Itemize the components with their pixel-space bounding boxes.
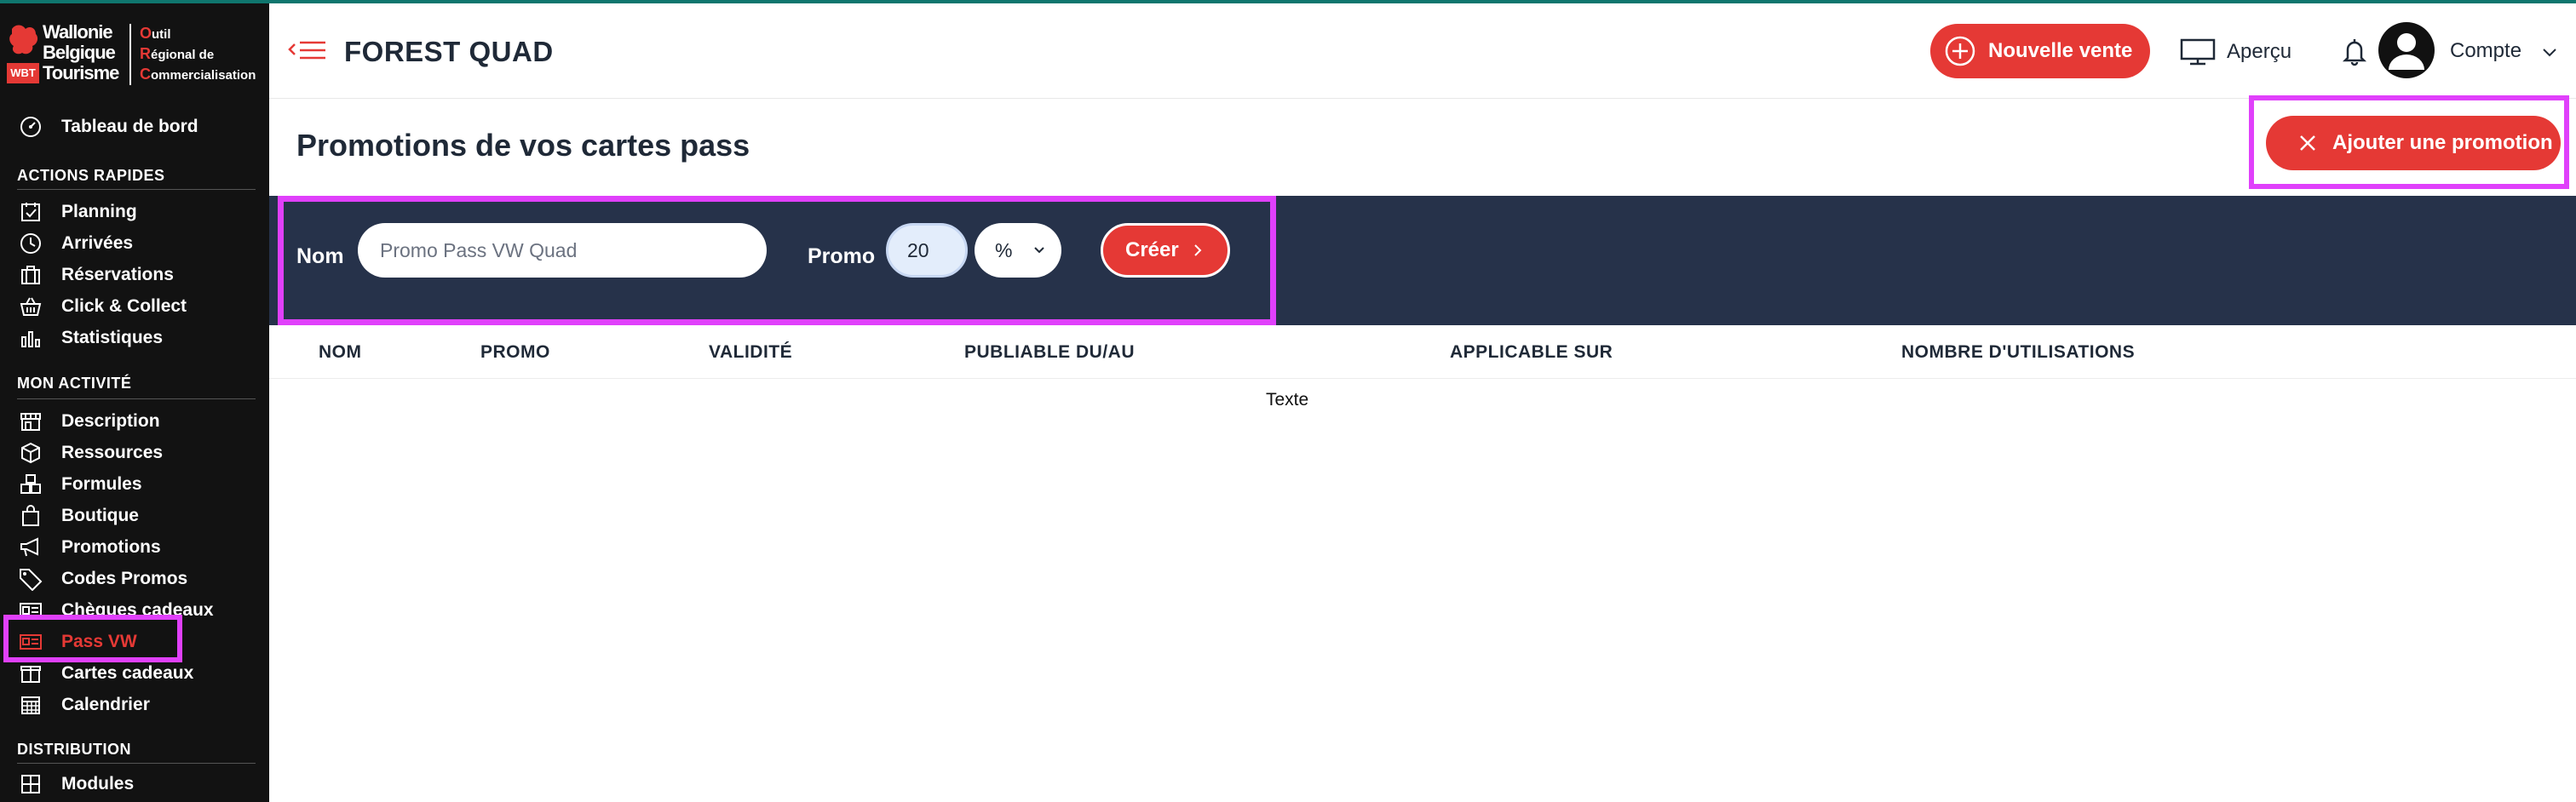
- tag-icon: [17, 565, 44, 593]
- page-title: Promotions de vos cartes pass: [296, 128, 750, 163]
- sidebar-item-boutique[interactable]: Boutique: [17, 501, 139, 530]
- sidebar-item-planning[interactable]: Planning: [17, 198, 137, 226]
- highlight-form: [278, 196, 1276, 325]
- sidebar-item-label: Statistiques: [61, 328, 164, 347]
- brand-text: Wallonie Belgique Tourisme: [43, 22, 128, 83]
- app-root: WBT Wallonie Belgique Tourisme Outil Rég…: [0, 0, 2576, 802]
- new-sale-button[interactable]: Nouvelle vente: [1930, 24, 2150, 78]
- table-empty-text: Texte: [1266, 390, 1309, 410]
- highlight-pass-vw: [3, 615, 182, 662]
- column-header-applicable: APPLICABLE SUR: [1450, 342, 1613, 362]
- sidebar-item-formules[interactable]: Formules: [17, 470, 142, 499]
- shopping-bag-icon: [17, 502, 44, 530]
- sidebar-item-dashboard[interactable]: Tableau de bord: [17, 112, 198, 141]
- column-header-nom: NOM: [319, 342, 362, 362]
- sidebar-item-label: Calendrier: [61, 695, 150, 714]
- section-divider: [17, 763, 256, 764]
- brand-line: Wallonie: [43, 21, 113, 43]
- sidebar-item-statistiques[interactable]: Statistiques: [17, 324, 163, 352]
- orc-text: Outil Régional de Commercialisation: [140, 24, 267, 85]
- preview-button[interactable]: Aperçu: [2179, 37, 2291, 66]
- gauge-icon: [17, 113, 44, 140]
- collapse-sidebar-button[interactable]: [288, 37, 331, 63]
- sidebar-item-description[interactable]: Description: [17, 407, 160, 436]
- brand-line: Tourisme: [43, 62, 119, 83]
- orc-line: Outil: [140, 25, 171, 42]
- calendar-grid-icon: [17, 691, 44, 719]
- basket-icon: [17, 293, 44, 320]
- column-header-promo: PROMO: [480, 342, 550, 362]
- new-sale-label: Nouvelle vente: [1988, 39, 2133, 62]
- column-header-utilisations: NOMBRE D'UTILISATIONS: [1901, 342, 2136, 362]
- brand-line: Belgique: [43, 42, 116, 63]
- storefront-icon: [17, 408, 44, 435]
- sidebar-item-modules[interactable]: Modules: [17, 770, 134, 799]
- table-header-divider: [269, 378, 2576, 379]
- chevron-down-icon[interactable]: [2540, 43, 2559, 61]
- column-header-validite: VALIDITÉ: [709, 342, 793, 362]
- bell-icon[interactable]: [2337, 34, 2372, 68]
- orc-line: Régional de: [140, 45, 215, 62]
- megaphone-icon: [17, 534, 44, 561]
- collapse-menu-icon: [288, 41, 325, 60]
- grid-icon: [17, 770, 44, 798]
- section-divider: [17, 189, 256, 190]
- orc-line: Commercialisation: [140, 66, 256, 83]
- sidebar-item-reservations[interactable]: Réservations: [17, 261, 174, 289]
- logo-divider: [129, 24, 131, 85]
- top-header: FOREST QUAD Nouvelle vente Aperçu Compte: [269, 3, 2576, 99]
- gift-icon: [17, 660, 44, 687]
- preview-label: Aperçu: [2227, 40, 2292, 63]
- calendar-check-icon: [17, 198, 44, 226]
- sidebar-item-codes-promos[interactable]: Codes Promos: [17, 564, 187, 593]
- sidebar-item-label: Planning: [61, 202, 137, 221]
- sidebar-item-label: Promotions: [61, 537, 161, 557]
- sidebar-item-label: Cartes cadeaux: [61, 663, 194, 683]
- logo[interactable]: WBT Wallonie Belgique Tourisme Outil Rég…: [7, 22, 262, 87]
- sidebar-item-label: Réservations: [61, 265, 174, 284]
- sidebar-item-label: Formules: [61, 474, 142, 494]
- account-menu-label[interactable]: Compte: [2450, 39, 2521, 63]
- sidebar-item-promotions[interactable]: Promotions: [17, 533, 161, 562]
- avatar[interactable]: [2378, 22, 2435, 78]
- clock-icon: [17, 230, 44, 257]
- suitcase-icon: [17, 261, 44, 289]
- section-title-actions: ACTIONS RAPIDES: [17, 167, 165, 184]
- sidebar-item-click-collect[interactable]: Click & Collect: [17, 292, 187, 321]
- section-title-distribution: DISTRIBUTION: [17, 741, 131, 758]
- sidebar-item-label: Boutique: [61, 506, 139, 525]
- sidebar-item-label: Description: [61, 411, 160, 431]
- cubes-icon: [17, 471, 44, 498]
- sidebar-item-label: Arrivées: [61, 233, 134, 253]
- section-divider: [17, 398, 256, 399]
- plus-circle-icon: [1945, 36, 1975, 66]
- sidebar-item-cartes-cadeaux[interactable]: Cartes cadeaux: [17, 659, 193, 688]
- column-header-publiable: PUBLIABLE DU/AU: [964, 342, 1135, 362]
- sidebar-item-label: Click & Collect: [61, 296, 187, 316]
- monitor-icon: [2180, 38, 2216, 66]
- bar-chart-icon: [17, 324, 44, 352]
- highlight-add-promotion: [2249, 95, 2569, 189]
- sidebar-item-label: Ressources: [61, 443, 164, 462]
- sidebar-item-label: Tableau de bord: [61, 117, 198, 136]
- wbt-badge: WBT: [7, 63, 39, 83]
- sidebar-item-label: Codes Promos: [61, 569, 188, 588]
- app-title: FOREST QUAD: [344, 36, 554, 67]
- sidebar: WBT Wallonie Belgique Tourisme Outil Rég…: [0, 3, 269, 802]
- box-icon: [17, 439, 44, 467]
- section-title-activite: MON ACTIVITÉ: [17, 375, 132, 392]
- sidebar-item-label: Modules: [61, 774, 135, 793]
- sidebar-item-ressources[interactable]: Ressources: [17, 438, 163, 467]
- sidebar-item-calendrier[interactable]: Calendrier: [17, 690, 150, 719]
- user-icon: [2389, 33, 2424, 70]
- sidebar-item-arrivees[interactable]: Arrivées: [17, 229, 133, 258]
